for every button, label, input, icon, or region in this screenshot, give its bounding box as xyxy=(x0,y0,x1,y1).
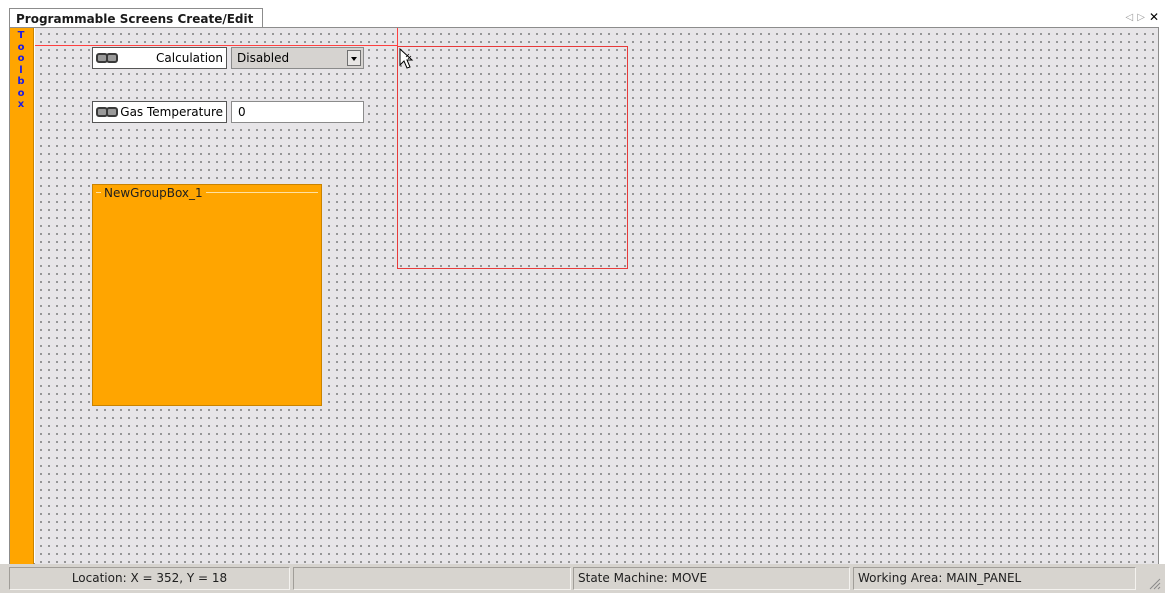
calculation-label-text: Calculation xyxy=(156,51,223,65)
close-icon[interactable]: ✕ xyxy=(1149,10,1159,24)
triangle-right-icon[interactable]: ▷ xyxy=(1137,12,1145,23)
chain-link-icon xyxy=(96,107,118,117)
selection-rectangle xyxy=(397,46,628,269)
mouse-pointer-icon xyxy=(399,48,414,69)
status-working-area: Working Area: MAIN_PANEL xyxy=(853,567,1136,590)
gas-temperature-label[interactable]: Gas Temperature xyxy=(92,101,227,123)
chevron-down-icon[interactable] xyxy=(347,50,361,66)
tab-strip: Programmable Screens Create/Edit ◁ ▷ ✕ xyxy=(0,0,1165,28)
calculation-label[interactable]: Calculation xyxy=(92,47,227,69)
gas-temperature-input[interactable] xyxy=(231,101,364,123)
tab-title: Programmable Screens Create/Edit xyxy=(16,12,254,26)
calculation-dropdown[interactable]: Disabled xyxy=(231,47,364,69)
alignment-guide-horizontal xyxy=(35,45,398,46)
group-box-title: NewGroupBox_1 xyxy=(101,186,206,200)
tab-programmable-screens[interactable]: Programmable Screens Create/Edit xyxy=(9,8,263,28)
status-location: Location: X = 352, Y = 18 xyxy=(9,567,290,590)
status-blank xyxy=(293,567,571,590)
alignment-guide-vertical xyxy=(397,28,398,47)
toolbox-label: T o o l b o x xyxy=(17,30,25,110)
triangle-left-icon[interactable]: ◁ xyxy=(1126,12,1134,23)
status-bar: Location: X = 352, Y = 18 State Machine:… xyxy=(0,564,1165,593)
toolbox-panel[interactable]: T o o l b o x xyxy=(10,28,34,564)
tab-controls: ◁ ▷ ✕ xyxy=(1126,10,1159,24)
gas-temperature-label-text: Gas Temperature xyxy=(120,105,223,119)
calculation-dropdown-value: Disabled xyxy=(237,51,290,65)
status-state-machine: State Machine: MOVE xyxy=(573,567,850,590)
chain-link-icon xyxy=(96,53,118,63)
resize-grip-icon[interactable] xyxy=(1147,576,1161,590)
group-box[interactable]: NewGroupBox_1 xyxy=(92,184,322,406)
